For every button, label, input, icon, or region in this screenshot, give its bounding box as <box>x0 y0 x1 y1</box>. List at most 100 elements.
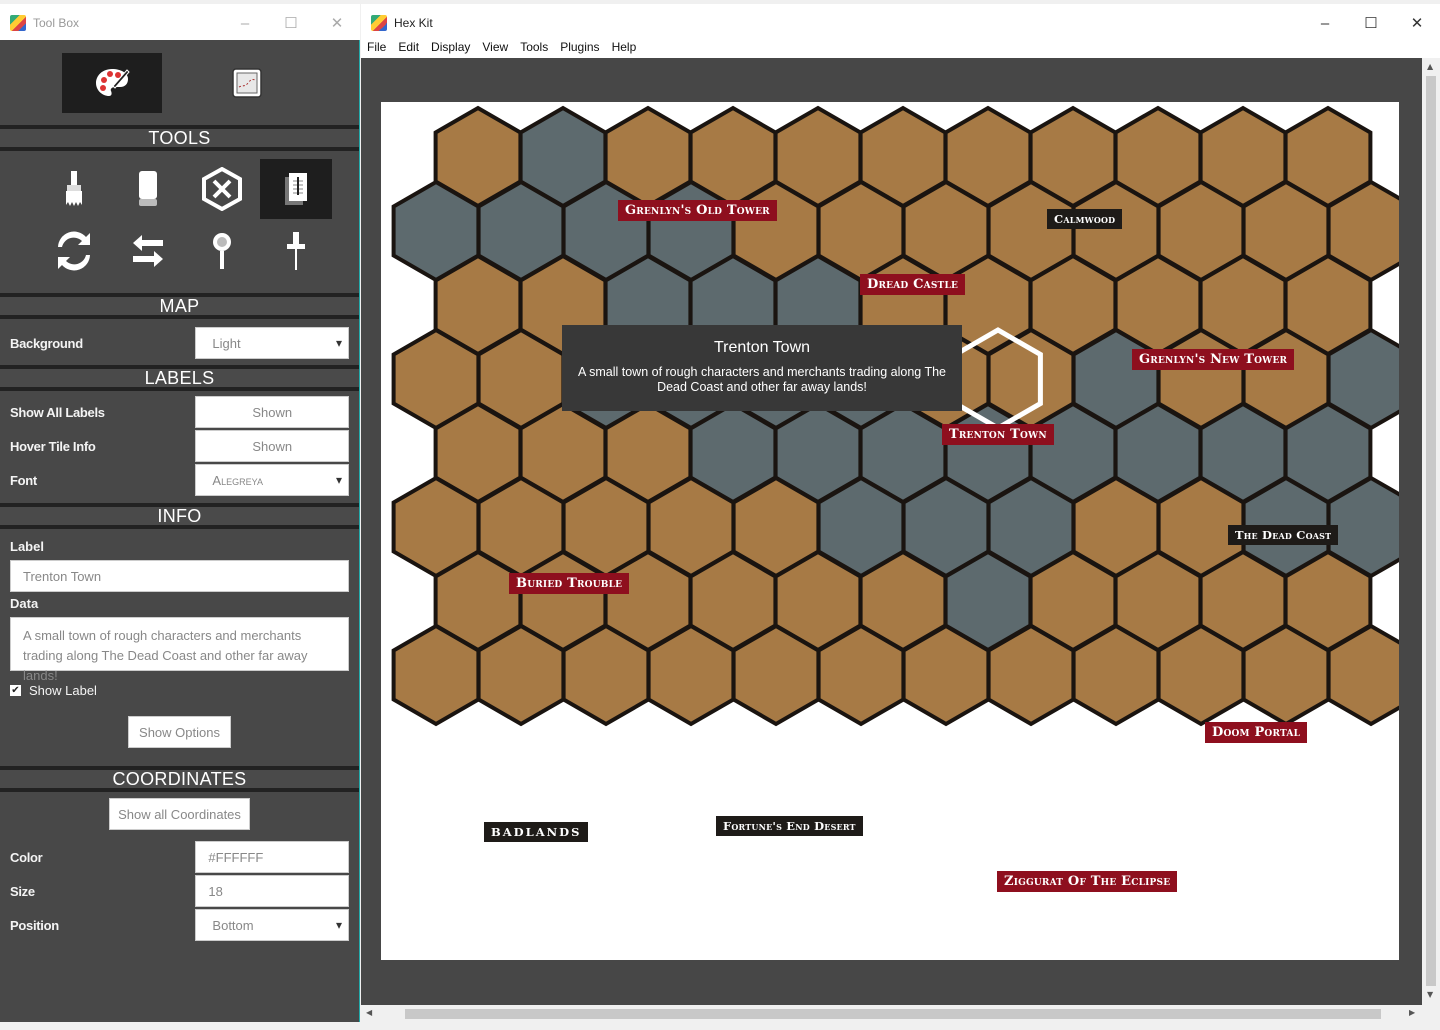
coord-size-label: Size <box>10 883 35 899</box>
coord-position-row: Position Bottom <box>0 908 359 942</box>
tab-paint[interactable] <box>62 52 162 113</box>
tool-pin[interactable] <box>260 221 332 281</box>
eraser-icon <box>138 171 157 206</box>
font-select[interactable]: Alegreya <box>195 464 349 496</box>
vertical-scroll-thumb[interactable] <box>1426 76 1436 986</box>
map-label-doom-portal[interactable]: Doom Portal <box>1205 722 1308 743</box>
map-label-ziggurat[interactable]: Ziggurat Of The Eclipse <box>997 871 1178 892</box>
tooltip-title: Trenton Town <box>713 339 811 356</box>
close-button[interactable]: ✕ <box>1394 4 1440 42</box>
pin-icon <box>286 232 305 270</box>
toolbox-titlebar: Tool Box – ☐ ✕ <box>0 4 360 42</box>
minimize-button[interactable]: – <box>1302 4 1348 42</box>
background-row: Background Light <box>0 321 359 365</box>
show-all-labels-label: Show All Labels <box>10 404 105 420</box>
minimize-button[interactable]: – <box>222 4 268 42</box>
show-all-coordinates-button[interactable]: Show all Coordinates <box>109 798 250 830</box>
coord-color-field[interactable]: #FFFFFF <box>195 841 349 873</box>
vertical-scrollbar[interactable]: ▲ ▼ <box>1422 58 1440 1005</box>
swap-icon <box>132 235 163 267</box>
tool-grid <box>10 151 359 293</box>
section-labels: LABELS <box>0 365 359 391</box>
toolbox-panel: TOOLS MAP Background Light LABELS Show A… <box>0 40 360 1022</box>
hover-tile-info-row: Hover Tile Info Shown <box>0 429 359 463</box>
tool-eraser[interactable] <box>112 159 184 219</box>
tool-rotate[interactable] <box>38 221 110 281</box>
maximize-button[interactable]: ☐ <box>1348 4 1394 42</box>
horizontal-scroll-thumb[interactable] <box>405 1009 1381 1019</box>
coord-size-row: Size 18 <box>0 874 359 908</box>
menu-view[interactable]: View <box>476 40 514 58</box>
menu-plugins[interactable]: Plugins <box>554 40 605 58</box>
tab-map[interactable] <box>197 53 297 113</box>
label-title: Label <box>10 539 44 554</box>
hover-tile-info-button[interactable]: Shown <box>195 430 349 462</box>
toolbox-title: Tool Box <box>33 16 80 30</box>
show-label-checkbox[interactable]: ✔ <box>10 685 21 696</box>
map-label-fortunes-end-desert[interactable]: Fortune's End Desert <box>716 816 863 836</box>
maximize-button[interactable]: ☐ <box>268 4 314 42</box>
map-label-grenlyns-old-tower[interactable]: Grenlyn's Old Tower <box>618 200 777 221</box>
toolbox-tabs <box>0 40 359 125</box>
label-note-icon <box>284 173 307 205</box>
coord-position-select[interactable]: Bottom <box>195 909 349 941</box>
show-all-labels-button[interactable]: Shown <box>195 396 349 428</box>
tool-brush[interactable] <box>38 159 110 219</box>
tool-label[interactable] <box>259 159 332 219</box>
map-label-the-dead-coast[interactable]: The Dead Coast <box>1228 525 1339 545</box>
info-body: Label Trenton Town Data A small town of … <box>0 529 359 748</box>
map-label-buried-trouble[interactable]: Buried Trouble <box>509 573 630 594</box>
palette-icon <box>96 68 130 96</box>
app-icon <box>10 15 26 31</box>
scroll-up-icon[interactable]: ▲ <box>1427 62 1433 71</box>
hexkit-titlebar: Hex Kit – ☐ ✕ <box>361 4 1440 42</box>
clear-hex-icon <box>201 167 242 211</box>
font-label: Font <box>10 472 37 488</box>
map-label-dread-castle[interactable]: Dread Castle <box>860 274 966 295</box>
coord-position-label: Position <box>10 917 59 933</box>
coord-color-label: Color <box>10 849 43 865</box>
menu-help[interactable]: Help <box>606 40 643 58</box>
background-select[interactable]: Light <box>195 327 349 359</box>
map-frame-icon <box>232 67 262 98</box>
map-label-badlands[interactable]: BADLANDS <box>484 822 589 842</box>
data-title: Data <box>10 596 39 611</box>
map-label-calmwood[interactable]: Calmwood <box>1047 209 1123 229</box>
menu-file[interactable]: File <box>361 40 392 58</box>
coord-color-row: Color #FFFFFF <box>0 840 359 874</box>
tool-swap[interactable] <box>112 221 184 281</box>
show-label-text: Show Label <box>29 683 97 698</box>
scroll-down-icon[interactable]: ▼ <box>1427 990 1433 999</box>
map-label-grenlyns-new-tower[interactable]: Grenlyn's New Tower <box>1132 349 1295 370</box>
tool-inspect[interactable] <box>186 221 258 281</box>
brush-icon <box>65 171 82 206</box>
app-icon <box>371 15 387 31</box>
menu-edit[interactable]: Edit <box>392 40 425 58</box>
data-field[interactable]: A small town of rough characters and mer… <box>10 617 349 683</box>
horizontal-scrollbar[interactable]: ◀ ▶ <box>361 1005 1422 1022</box>
section-tools: TOOLS <box>0 125 359 151</box>
section-map: MAP <box>0 293 359 319</box>
magnifier-icon <box>212 233 231 269</box>
label-field[interactable]: Trenton Town <box>10 560 349 592</box>
scroll-right-icon[interactable]: ▶ <box>1409 1008 1415 1017</box>
hexkit-title: Hex Kit <box>394 16 433 30</box>
close-button[interactable]: ✕ <box>314 4 360 42</box>
hover-tooltip: Trenton Town A small town of rough chara… <box>562 325 962 411</box>
tool-clear[interactable] <box>186 159 258 219</box>
section-coordinates: COORDINATES <box>0 766 359 792</box>
show-all-labels-row: Show All Labels Shown <box>0 395 359 429</box>
hover-tile-info-label: Hover Tile Info <box>10 438 96 454</box>
section-info: INFO <box>0 503 359 529</box>
menu-tools[interactable]: Tools <box>514 40 554 58</box>
rotate-icon <box>57 231 90 271</box>
coord-size-field[interactable]: 18 <box>195 875 349 907</box>
tooltip-text: A small town of rough characters and mer… <box>577 365 947 394</box>
font-row: Font Alegreya <box>0 463 359 497</box>
background-label: Background <box>10 335 83 351</box>
show-options-button[interactable]: Show Options <box>128 716 231 748</box>
menu-bar: File Edit Display View Tools Plugins Hel… <box>361 40 1440 58</box>
map-label-trenton-town[interactable]: Trenton Town <box>942 424 1054 445</box>
scroll-left-icon[interactable]: ◀ <box>366 1008 372 1017</box>
menu-display[interactable]: Display <box>425 40 476 58</box>
